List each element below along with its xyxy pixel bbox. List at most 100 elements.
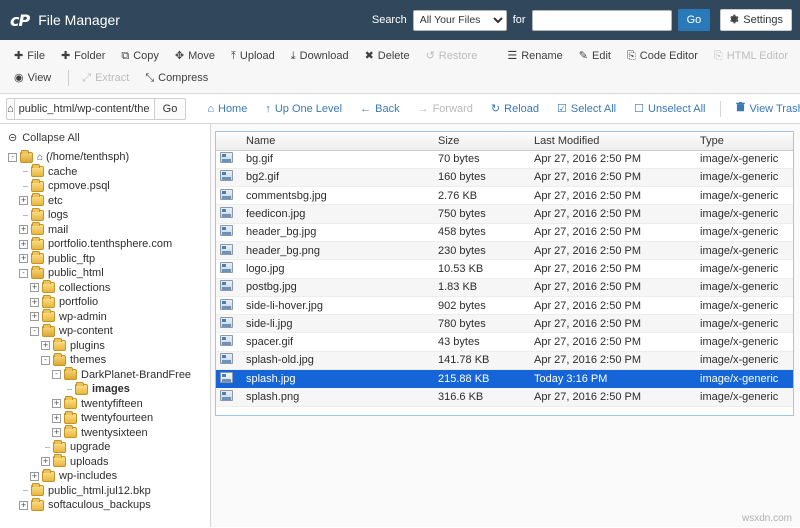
settings-button[interactable]: Settings (720, 9, 792, 31)
tree-node-mail[interactable]: + mail (8, 222, 210, 238)
table-row[interactable]: side-li-hover.jpg 902 bytes Apr 27, 2016 2… (216, 296, 793, 316)
table-row[interactable]: header_bg.png 230 bytes Apr 27, 2016 2:50 … (216, 241, 793, 261)
expand-icon[interactable]: + (41, 457, 50, 467)
tree-node-softaculous-backups[interactable]: + softaculous_backups (8, 497, 210, 513)
expand-icon[interactable]: + (19, 239, 28, 249)
toolbar-button-delete[interactable]: ✖ Delete (359, 48, 420, 64)
expand-icon[interactable]: + (52, 428, 61, 438)
collapse-icon[interactable]: - (30, 326, 39, 336)
toolbar-button-file[interactable]: ✚ File (8, 48, 55, 64)
tree-node-wp-admin[interactable]: + wp-admin (8, 309, 210, 325)
table-row[interactable]: commentsbg.jpg 2.76 KB Apr 27, 2016 2:50 P… (216, 186, 793, 206)
nav-link-view-trash[interactable]: View Trash (727, 102, 800, 115)
tree-node-twentysixteen[interactable]: + twentysixteen (8, 425, 210, 441)
home-icon[interactable]: ⌂ (6, 97, 14, 120)
tree-node-etc[interactable]: + etc (8, 193, 210, 209)
tree-node-images[interactable]: images (8, 381, 210, 397)
tree-node-public-html[interactable]: - public_html (8, 265, 210, 281)
expand-icon[interactable]: + (30, 297, 39, 307)
file-type-cell: image/x-generic (696, 259, 793, 279)
tree-node-home-tenthsph[interactable]: - ⌂ (/home/tenthsph) (8, 149, 210, 165)
column-header-size[interactable]: Size (434, 132, 530, 151)
tree-node-label: twentyfifteen (81, 397, 143, 410)
table-row[interactable]: splash.png 316.6 KB Apr 27, 2016 2:50 PM im… (216, 387, 793, 407)
nav-link-home[interactable]: ⌂ Home (198, 103, 256, 115)
expand-icon[interactable]: + (19, 500, 28, 510)
toolbar-button-copy[interactable]: ⧉ Copy (115, 48, 169, 64)
table-row[interactable]: bg.gif 70 bytes Apr 27, 2016 2:50 PM image/… (216, 150, 793, 169)
tree-node-cache[interactable]: cache (8, 164, 210, 180)
toolbar-button-download[interactable]: ⤓ Download (285, 48, 359, 64)
table-row[interactable]: splash.jpg 215.88 KB Today 3:16 PM image/x-… (216, 369, 793, 389)
expand-icon[interactable]: + (30, 471, 39, 481)
tree-node-public-ftp[interactable]: + public_ftp (8, 251, 210, 267)
column-header-icon (216, 132, 242, 151)
collapse-icon[interactable]: - (8, 152, 17, 162)
table-row[interactable]: bg2.gif 160 bytes Apr 27, 2016 2:50 PM imag… (216, 168, 793, 188)
tree-node-twentyfourteen[interactable]: + twentyfourteen (8, 410, 210, 426)
collapse-all-button[interactable]: ⊝ Collapse All (8, 131, 210, 145)
tree-node-cpmove-psql[interactable]: cpmove.psql (8, 178, 210, 194)
toolbar-button-move[interactable]: ✥ Move (169, 48, 225, 64)
toolbar-button-label: Folder (74, 50, 106, 62)
tree-node-darkplanet-brandfree[interactable]: - DarkPlanet-BrandFree (8, 367, 210, 383)
collapse-icon[interactable]: - (52, 370, 61, 380)
file-icon-cell (216, 278, 242, 297)
table-row[interactable]: splash-old.jpg 141.78 KB Apr 27, 2016 2:50… (216, 351, 793, 371)
image-file-icon (220, 298, 233, 310)
tree-node-portfolio-tenthsphere-com[interactable]: + portfolio.tenthsphere.com (8, 236, 210, 252)
toolbar-button-rename[interactable]: ☰ Rename (501, 48, 572, 64)
file-modified-cell: Apr 27, 2016 2:50 PM (530, 332, 696, 352)
tree-node-upgrade[interactable]: upgrade (8, 439, 210, 455)
tree-node-public-html-jul12-bkp[interactable]: public_html.jul12.bkp (8, 483, 210, 499)
toolbar-button-code-editor[interactable]: ⎘ Code Editor (621, 48, 708, 64)
toolbar-button-upload[interactable]: ⤒ Upload (225, 48, 285, 64)
table-row[interactable]: logo.jpg 10.53 KB Apr 27, 2016 2:50 PM imag… (216, 259, 793, 279)
image-file-icon (220, 353, 233, 365)
file-table-head: Name Size Last Modified Type Permissions (216, 132, 793, 151)
tree-node-wp-content[interactable]: - wp-content (8, 323, 210, 339)
expand-icon[interactable]: + (19, 196, 28, 206)
nav-link-unselect-all[interactable]: ☐ Unselect All (625, 102, 714, 116)
column-header-modified[interactable]: Last Modified (530, 132, 696, 151)
tree-node-plugins[interactable]: + plugins (8, 338, 210, 354)
table-row[interactable]: side-li.jpg 780 bytes Apr 27, 2016 2:50 PM… (216, 314, 793, 334)
expand-icon[interactable]: + (19, 225, 28, 235)
collapse-icon[interactable]: - (41, 355, 50, 365)
toolbar-button-compress[interactable]: ⤡ Compress (139, 70, 218, 86)
expand-icon[interactable]: + (30, 312, 39, 322)
toolbar-button-folder[interactable]: ✚ Folder (55, 48, 115, 64)
search-input[interactable] (531, 9, 672, 31)
tree-node-twentyfifteen[interactable]: + twentyfifteen (8, 396, 210, 412)
expand-icon[interactable]: + (52, 399, 61, 409)
path-input[interactable] (13, 97, 154, 120)
file-type-cell: image/x-generic (696, 351, 793, 371)
path-go-button[interactable]: Go (153, 97, 187, 120)
tree-node-portfolio[interactable]: + portfolio (8, 294, 210, 310)
toolbar-button-view[interactable]: ◉ View (8, 70, 61, 86)
expand-icon[interactable]: + (19, 254, 28, 264)
collapse-icon[interactable]: - (19, 268, 28, 278)
table-row[interactable]: feedicon.jpg 750 bytes Apr 27, 2016 2:50 P… (216, 204, 793, 224)
table-row[interactable]: postbg.jpg 1.83 KB Apr 27, 2016 2:50 PM ima… (216, 278, 793, 297)
nav-link-reload[interactable]: ↻ Reload (482, 102, 548, 116)
expand-icon[interactable]: + (52, 413, 61, 423)
search-go-button[interactable]: Go (677, 9, 711, 31)
expand-icon[interactable]: + (41, 341, 50, 351)
column-header-type[interactable]: Type (696, 132, 793, 151)
tree-node-uploads[interactable]: + uploads (8, 454, 210, 470)
tree-node-collections[interactable]: + collections (8, 280, 210, 296)
nav-link-back[interactable]: ← Back (351, 103, 408, 115)
tree-node-themes[interactable]: - themes (8, 352, 210, 368)
tree-node-wp-includes[interactable]: + wp-includes (8, 468, 210, 484)
table-row[interactable]: header_bg.jpg 458 bytes Apr 27, 2016 2:50 … (216, 223, 793, 242)
toolbar-button-edit[interactable]: ✎ Edit (573, 48, 621, 64)
nav-link-up-one-level[interactable]: ↑ Up One Level (256, 103, 351, 115)
tree-node-logs[interactable]: logs (8, 207, 210, 223)
search-scope-select[interactable]: All Your Files (412, 9, 507, 31)
table-row[interactable]: spacer.gif 43 bytes Apr 27, 2016 2:50 PM im… (216, 332, 793, 352)
column-header-name[interactable]: Name (242, 132, 434, 151)
tree-node-label: wp-includes (59, 470, 118, 483)
expand-icon[interactable]: + (30, 283, 39, 293)
nav-link-select-all[interactable]: ☑ Select All (548, 102, 625, 116)
